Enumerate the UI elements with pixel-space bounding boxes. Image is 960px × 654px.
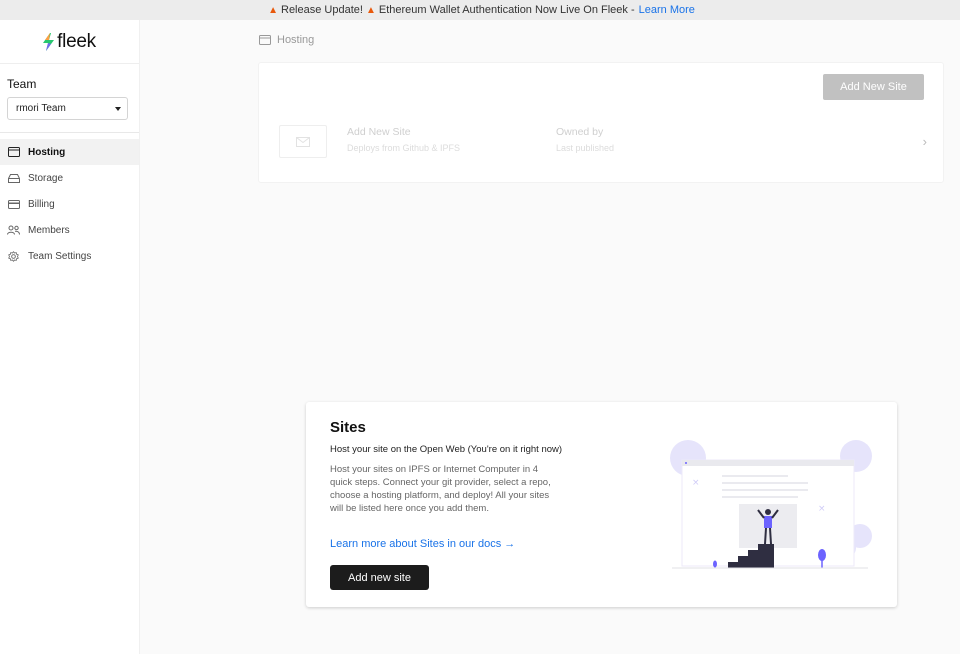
banner-title: Release Update! — [281, 4, 363, 16]
chevron-right-icon[interactable]: › — [923, 134, 927, 149]
docs-link[interactable]: Learn more about Sites in our docs → — [330, 538, 515, 550]
browser-window-icon — [7, 146, 20, 158]
divider — [0, 132, 139, 133]
fire-icon: ▲ — [365, 4, 376, 16]
sidebar-item-hosting[interactable]: Hosting — [0, 139, 139, 165]
staircase-illustration: × × — [670, 440, 872, 569]
team-select[interactable]: rmori Team — [7, 97, 128, 120]
gear-icon — [7, 250, 20, 262]
users-icon — [7, 224, 20, 236]
empty-state-subtitle: Host your site on the Open Web (You're o… — [330, 444, 563, 455]
announcement-banner: ▲ Release Update! ▲ Ethereum Wallet Auth… — [0, 0, 960, 20]
sidebar-item-label: Hosting — [28, 146, 66, 158]
logo[interactable]: fleek — [0, 20, 139, 64]
owner-subtitle: Last published — [556, 143, 615, 153]
drive-icon — [7, 172, 20, 184]
logo-text: fleek — [57, 30, 96, 52]
site-title: Add New Site — [347, 126, 411, 138]
site-subtitle: Deploys from Github & IPFS — [347, 143, 461, 153]
sidebar-item-members[interactable]: Members — [0, 217, 139, 243]
site-owner: Owned by Last published — [556, 126, 614, 153]
credit-card-icon — [7, 198, 20, 210]
site-thumbnail — [279, 125, 327, 158]
fire-icon: ▲ — [268, 4, 278, 16]
add-new-site-button[interactable]: Add New Site — [823, 74, 924, 100]
svg-text:×: × — [818, 504, 826, 514]
sites-empty-state-card: Sites Host your site on the Open Web (Yo… — [306, 402, 897, 607]
sites-list-card: Add New Site Add New Site Deploys from G… — [258, 62, 944, 183]
sidebar-item-storage[interactable]: Storage — [0, 165, 139, 191]
sidebar-item-label: Storage — [28, 172, 64, 184]
add-new-site-button[interactable]: Add new site — [330, 565, 429, 590]
sidebar: fleek Team rmori Team Hosting Storage Bi… — [0, 20, 140, 654]
breadcrumb-label[interactable]: Hosting — [277, 34, 314, 46]
sidebar-nav: Hosting Storage Billing Members Team Set… — [0, 139, 139, 269]
envelope-icon — [296, 136, 310, 147]
sidebar-item-team-settings[interactable]: Team Settings — [0, 243, 139, 269]
empty-state-title: Sites — [330, 419, 366, 436]
site-row-placeholder[interactable]: Add New Site Deploys from Github & IPFS … — [279, 124, 927, 159]
site-info: Add New Site Deploys from Github & IPFS — [347, 126, 460, 153]
sidebar-item-label: Members — [28, 224, 70, 236]
browser-window-icon — [259, 35, 271, 45]
breadcrumb: Hosting — [259, 34, 314, 46]
owner-title: Owned by — [556, 126, 604, 138]
banner-text: Ethereum Wallet Authentication Now Live … — [378, 4, 635, 16]
caret-down-icon — [115, 106, 121, 111]
lightning-icon — [43, 32, 55, 51]
sidebar-item-billing[interactable]: Billing — [0, 191, 139, 217]
empty-state-description: Host your sites on IPFS or Internet Comp… — [330, 464, 551, 514]
learn-more-link[interactable]: Learn More — [639, 4, 695, 16]
sidebar-item-label: Team Settings — [28, 250, 92, 262]
team-label: Team — [7, 77, 37, 91]
sidebar-item-label: Billing — [28, 198, 55, 210]
team-select-value: rmori Team — [16, 103, 66, 114]
svg-text:×: × — [692, 478, 700, 488]
